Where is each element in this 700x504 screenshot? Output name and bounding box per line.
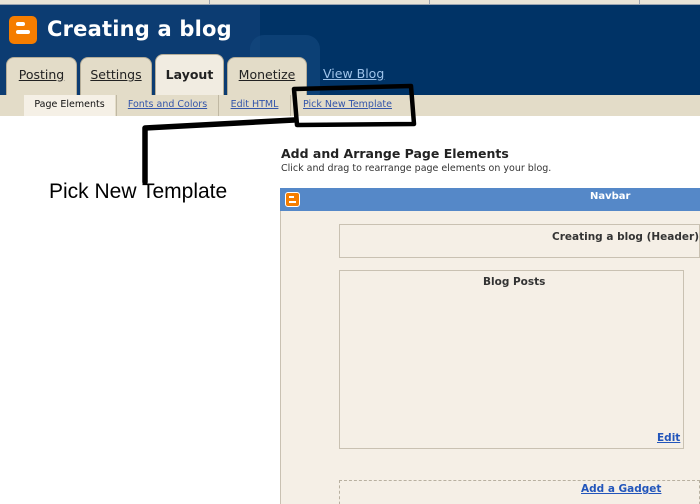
browser-strip-segment	[0, 0, 210, 4]
blog-posts-edit-link[interactable]: Edit	[657, 432, 680, 444]
subtab-pick-new-template[interactable]: Pick New Template	[290, 95, 404, 116]
blogger-logo-icon[interactable]	[9, 16, 37, 44]
tab-layout[interactable]: Layout	[155, 54, 224, 95]
navbar-element[interactable]: Navbar	[280, 188, 700, 211]
tab-settings[interactable]: Settings	[80, 57, 152, 95]
blogger-small-icon	[285, 192, 300, 207]
browser-strip-segment	[430, 0, 640, 4]
annotation-arrow-line	[142, 117, 297, 185]
blog-title: Creating a blog	[47, 17, 232, 41]
view-blog-link[interactable]: View Blog	[323, 66, 384, 81]
tab-monetize[interactable]: Monetize	[227, 57, 307, 95]
subtab-page-elements[interactable]: Page Elements	[24, 95, 115, 116]
page-subtitle: Click and drag to rearrange page element…	[281, 163, 552, 174]
header-element-box[interactable]: Creating a blog (Header)	[339, 224, 700, 258]
subtab-edit-html[interactable]: Edit HTML	[218, 95, 290, 116]
blog-posts-element-box[interactable]: Blog Posts Edit	[339, 270, 684, 449]
navbar-label: Navbar	[590, 191, 631, 202]
annotation-label: Pick New Template	[49, 180, 228, 203]
page-title: Add and Arrange Page Elements	[281, 146, 509, 161]
blog-posts-label: Blog Posts	[483, 276, 546, 288]
add-gadget-link[interactable]: Add a Gadget	[581, 483, 661, 495]
header-element-label: Creating a blog (Header)	[552, 231, 700, 243]
tab-posting[interactable]: Posting	[6, 57, 77, 95]
subtab-fonts-and-colors[interactable]: Fonts and Colors	[116, 95, 218, 116]
browser-strip-segment	[210, 0, 430, 4]
